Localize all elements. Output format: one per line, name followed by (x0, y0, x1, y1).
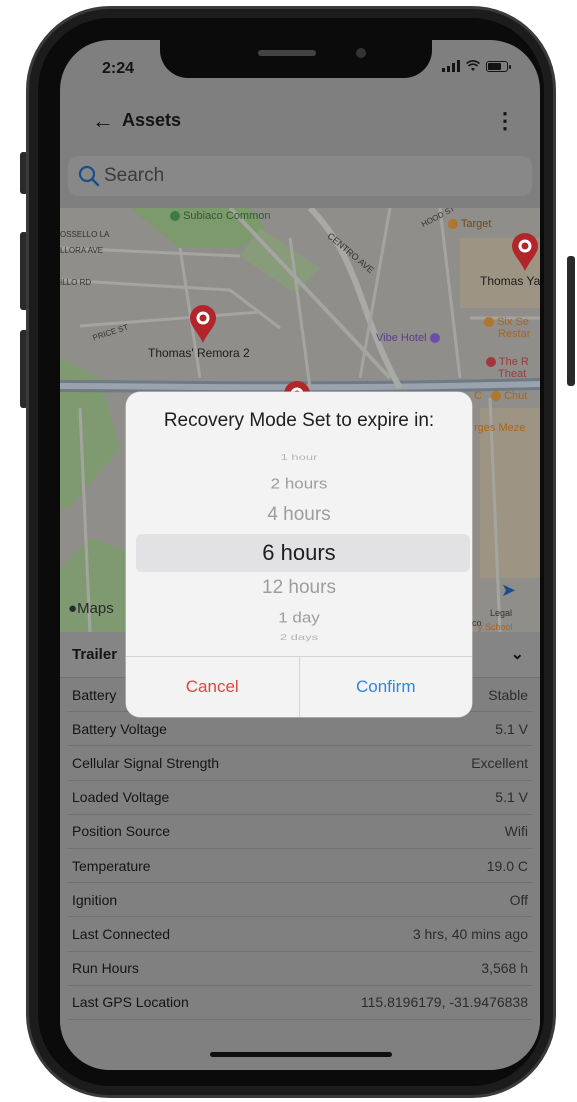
location-pin-icon[interactable] (188, 304, 218, 344)
more-options-icon[interactable]: ⋮ (494, 108, 516, 134)
row-value: 115.8196179, -31.9476838 (360, 994, 528, 1011)
dialog-title: Recovery Mode Set to expire in: (163, 410, 435, 431)
notch (160, 40, 432, 78)
map-label: Subiaco Common (170, 210, 271, 222)
map-label: y School (478, 622, 513, 632)
row-value: Stable (488, 686, 528, 703)
map-label: C Chut (474, 390, 528, 402)
detail-row: Cellular Signal Strength Excellent (68, 746, 532, 781)
cellular-signal-icon (442, 60, 460, 72)
detail-row: Position Source Wifi (68, 815, 532, 849)
picker-option[interactable]: 1 day (126, 609, 472, 627)
status-time: 2:24 (102, 60, 135, 77)
home-indicator[interactable] (210, 1052, 392, 1057)
cancel-button[interactable]: Cancel (126, 657, 299, 717)
recovery-mode-dialog: Recovery Mode Set to expire in: 1 hour 2… (126, 392, 472, 717)
dialog-buttons: Cancel Confirm (126, 656, 472, 717)
map-label: ILLO RD (60, 278, 92, 287)
map-label: Thomas' Remora 2 (148, 346, 250, 360)
search-bar[interactable] (68, 156, 532, 196)
map-label: Six Se (484, 316, 529, 328)
picker-option[interactable]: 4 hours (126, 504, 472, 526)
row-label: Last Connected (72, 925, 171, 942)
detail-row: Last GPS Location 115.8196179, -31.947683… (68, 986, 532, 1020)
row-value: 5.1 V (495, 720, 528, 737)
theatre-icon (486, 357, 496, 368)
back-arrow-icon[interactable]: ← (92, 108, 114, 134)
row-label: Run Hours (72, 960, 139, 977)
map-label: Target (448, 218, 491, 230)
row-label: Loaded Voltage (72, 789, 170, 806)
row-value: 19.0 C (486, 857, 528, 874)
map-label: LLORA AVE (60, 246, 103, 255)
wifi-icon (466, 60, 480, 71)
row-label: Cellular Signal Strength (72, 754, 220, 771)
screen: 2:24 ← Assets ⋮ Search Subiaco Common Ta… (60, 40, 540, 1070)
search-icon (78, 165, 100, 187)
park-icon (170, 211, 180, 222)
detail-row: Run Hours 3,568 h (68, 952, 532, 986)
row-label: Battery Voltage (72, 720, 167, 737)
chevron-down-icon[interactable]: ⌄ (511, 644, 524, 664)
confirm-button[interactable]: Confirm (298, 657, 473, 717)
row-label: Battery (72, 686, 117, 703)
apple-icon: ● (68, 600, 78, 617)
detail-rows: Battery Stable Battery Voltage 5.1 V Cellu… (60, 678, 540, 1020)
hotel-icon (429, 333, 440, 344)
row-value: Off (509, 891, 528, 908)
apple-maps-logo: ●Maps (68, 600, 114, 617)
locate-arrow-icon[interactable]: ➤ (501, 580, 516, 601)
row-value: Wifi (504, 823, 528, 840)
row-value: 3,568 h (481, 960, 528, 977)
picker-option[interactable]: 1 hour (126, 453, 472, 462)
picker-option[interactable]: 2 hours (126, 475, 472, 493)
picker-option[interactable]: 2 days (126, 633, 472, 642)
map-label: Legal (490, 608, 513, 618)
detail-row: Loaded Voltage 5.1 V (68, 781, 532, 815)
row-label: Position Source (72, 823, 171, 840)
detail-row: Last Connected 3 hrs, 40 mins ago (68, 917, 532, 952)
detail-row: Ignition Off (68, 883, 532, 918)
picker-option-selected[interactable]: 6 hours (126, 540, 472, 566)
app-header: ← Assets ⋮ (60, 98, 540, 142)
duration-picker[interactable]: 1 hour 2 hours 4 hours 6 hours 12 hours … (126, 448, 472, 660)
row-value: 3 hrs, 40 mins ago (412, 925, 528, 942)
battery-icon (486, 61, 511, 72)
picker-option[interactable]: 12 hours (126, 577, 472, 599)
speaker (258, 50, 316, 56)
map-label: Thomas Yal (480, 274, 540, 288)
row-label: Last GPS Location (72, 994, 189, 1011)
page-title: Assets (122, 110, 182, 130)
row-value: 5.1 V (495, 789, 528, 806)
panel-title: Trailer (72, 646, 118, 663)
row-value: Excellent (471, 754, 528, 771)
map-label: rges Meze (474, 422, 526, 434)
detail-row: Battery Voltage 5.1 V (68, 712, 532, 747)
map-label: Theat (498, 368, 527, 380)
map-label: OSSELLO LA (60, 230, 110, 239)
power-button (567, 256, 575, 386)
location-pin-icon[interactable] (510, 232, 540, 272)
camera (356, 48, 366, 58)
map-label: Restar (498, 328, 531, 340)
map-label: The R (486, 356, 529, 368)
detail-row: Temperature 19.0 C (68, 849, 532, 884)
shop-icon (448, 219, 458, 230)
status-icons (442, 60, 511, 72)
row-label: Temperature (72, 857, 151, 874)
cafe-icon (491, 391, 502, 402)
map-label: Vibe Hotel (376, 332, 440, 344)
search-input[interactable] (104, 165, 484, 187)
restaurant-icon (484, 317, 494, 328)
row-label: Ignition (72, 891, 118, 908)
